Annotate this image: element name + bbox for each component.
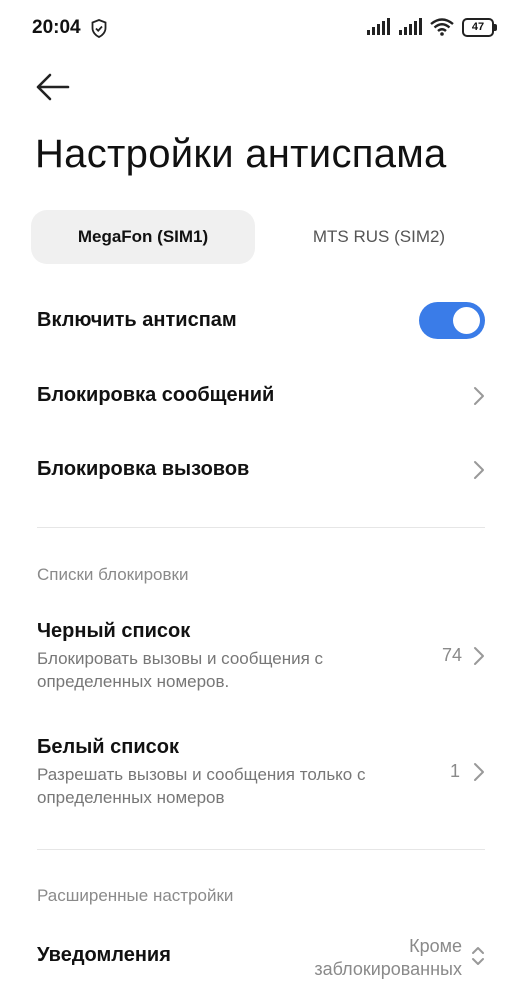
chevron-right-icon	[474, 647, 484, 665]
signal-sim2-icon	[399, 18, 422, 35]
block-calls-row[interactable]: Блокировка вызовов	[37, 458, 487, 481]
chevron-right-icon	[474, 387, 484, 405]
back-arrow-icon[interactable]	[34, 70, 72, 104]
notifications-value[interactable]: Кроме заблокированных	[280, 935, 462, 981]
divider	[37, 849, 485, 850]
toggle-knob	[453, 307, 480, 334]
block-messages-label: Блокировка сообщений	[37, 384, 275, 406]
signal-sim1-icon	[367, 18, 390, 35]
blacklist-title: Черный список	[37, 620, 191, 642]
tab-sim1-label: MegaFon (SIM1)	[77, 227, 209, 246]
chevron-right-icon	[474, 763, 484, 781]
whitelist-row[interactable]: Белый список Разрешать вызовы и сообщени…	[37, 736, 487, 809]
notifications-value-line1: Кроме	[409, 936, 462, 956]
status-time: 20:04	[32, 17, 81, 38]
tab-sim2-label: MTS RUS (SIM2)	[312, 227, 446, 246]
whitelist-subtitle: Разрешать вызовы и сообщения только с оп…	[37, 765, 366, 807]
block-messages-row[interactable]: Блокировка сообщений	[37, 384, 487, 407]
blacklist-count: 74	[441, 645, 462, 665]
whitelist-count: 1	[449, 761, 460, 781]
battery-level: 47	[471, 20, 485, 33]
tab-sim2[interactable]: MTS RUS (SIM2)	[267, 210, 491, 264]
blacklist-subtitle: Блокировать вызовы и сообщения с определ…	[37, 649, 324, 691]
divider	[37, 527, 485, 528]
whitelist-title: Белый список	[37, 736, 179, 758]
page-title: Настройки антиспама	[35, 132, 447, 176]
tab-sim1[interactable]: MegaFon (SIM1)	[31, 210, 255, 264]
chevron-up-down-icon[interactable]	[470, 944, 486, 968]
shield-icon	[91, 19, 107, 38]
block-calls-label: Блокировка вызовов	[37, 458, 250, 480]
section-header-lists: Списки блокировки	[37, 565, 189, 584]
blacklist-row[interactable]: Черный список Блокировать вызовы и сообщ…	[37, 620, 487, 693]
status-icons: 47	[366, 16, 497, 38]
section-header-advanced: Расширенные настройки	[37, 886, 234, 905]
wifi-icon	[430, 18, 454, 36]
battery-icon: 47	[462, 17, 497, 37]
chevron-right-icon	[474, 461, 484, 479]
notifications-value-line2: заблокированных	[314, 959, 462, 979]
enable-antispam-toggle[interactable]	[419, 302, 485, 339]
status-bar: 20:04 47	[0, 0, 522, 58]
